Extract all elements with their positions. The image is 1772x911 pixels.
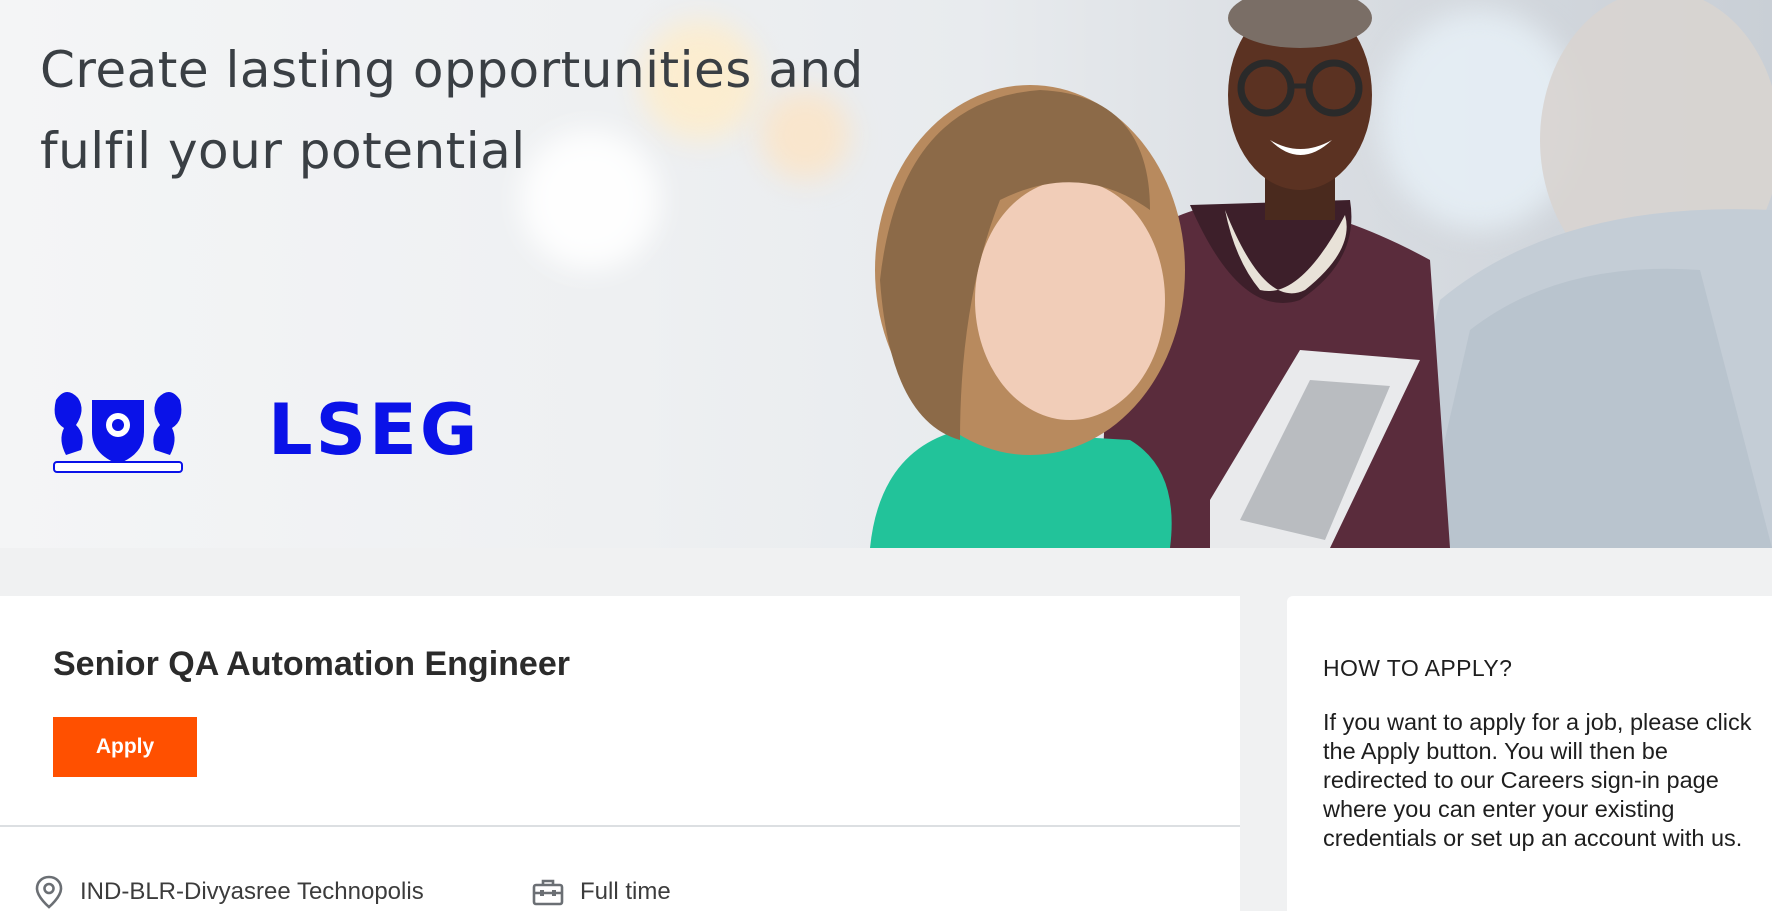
job-location: IND-BLR-Divyasree Technopolis [34,874,424,910]
how-to-apply-title: HOW TO APPLY? [1323,655,1513,681]
divider [0,825,1240,827]
job-title: Senior QA Automation Engineer [53,645,570,683]
hero-banner: Create lasting opportunities and fulfil … [0,0,1772,548]
job-location-text: IND-BLR-Divyasree Technopolis [80,878,424,905]
briefcase-icon [532,879,564,906]
logo-wordmark: LSEG [268,389,481,471]
apply-button[interactable]: Apply [53,717,197,777]
location-pin-icon [35,875,63,909]
job-employment-type-text: Full time [580,878,671,905]
how-to-apply-text: If you want to apply for a job, please c… [1323,709,1752,851]
job-employment-type: Full time [532,874,671,910]
lseg-crest-icon [53,391,183,473]
lseg-logo: LSEG [46,380,477,480]
